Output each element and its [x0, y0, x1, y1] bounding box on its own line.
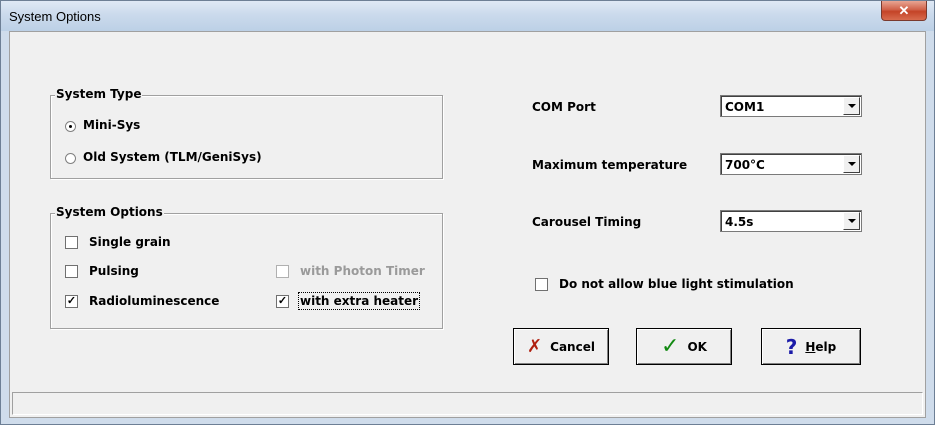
max-temperature-label: Maximum temperature — [532, 158, 688, 172]
com-port-select[interactable]: COM1 — [720, 95, 862, 117]
help-button[interactable]: ? Help — [761, 328, 861, 365]
extra-heater-checkbox[interactable] — [276, 295, 289, 308]
blue-light-label[interactable]: Do not allow blue light stimulation — [559, 277, 794, 291]
ok-button[interactable]: ✓ OK — [636, 328, 732, 365]
radio-old-system-label[interactable]: Old System (TLM/GeniSys) — [83, 150, 262, 164]
dialog-client-area: System Type Mini-Sys Old System (TLM/Gen… — [9, 31, 926, 418]
system-type-group-title: System Type — [55, 87, 143, 101]
status-bar — [12, 392, 923, 415]
cancel-button[interactable]: ✗ Cancel — [513, 328, 609, 365]
chevron-down-icon[interactable] — [843, 212, 860, 230]
ok-check-icon: ✓ — [661, 334, 680, 359]
close-button[interactable]: ✕ — [881, 1, 927, 21]
help-label-rest: elp — [815, 339, 837, 354]
radio-mini-sys-label[interactable]: Mini-Sys — [83, 118, 140, 132]
close-icon: ✕ — [898, 2, 910, 18]
carousel-timing-label: Carousel Timing — [532, 215, 642, 229]
carousel-timing-select[interactable]: 4.5s — [720, 210, 862, 232]
com-port-value: COM1 — [725, 100, 765, 114]
system-options-group-title: System Options — [55, 205, 164, 219]
extra-heater-label[interactable]: with extra heater — [297, 292, 421, 310]
max-temperature-value: 700°C — [725, 158, 765, 172]
photon-timer-checkbox[interactable] — [276, 265, 289, 278]
chevron-down-icon[interactable] — [843, 97, 860, 115]
radioluminescence-label[interactable]: Radioluminescence — [89, 294, 219, 308]
single-grain-label[interactable]: Single grain — [89, 235, 171, 249]
radio-mini-sys[interactable] — [65, 121, 76, 132]
max-temperature-select[interactable]: 700°C — [720, 153, 862, 175]
help-question-icon: ? — [785, 334, 798, 359]
help-button-label: Help — [805, 340, 836, 354]
ok-button-label: OK — [687, 339, 707, 354]
carousel-timing-value: 4.5s — [725, 215, 754, 229]
chevron-down-icon[interactable] — [843, 155, 860, 173]
radio-old-system[interactable] — [65, 153, 76, 164]
radioluminescence-checkbox[interactable] — [65, 295, 78, 308]
photon-timer-label[interactable]: with Photon Timer — [300, 264, 425, 278]
cancel-x-icon: ✗ — [527, 336, 543, 357]
com-port-label: COM Port — [532, 100, 596, 114]
window-title: System Options — [9, 9, 101, 24]
title-bar[interactable]: System Options ✕ — [1, 1, 934, 31]
single-grain-checkbox[interactable] — [65, 236, 78, 249]
system-options-window: System Options ✕ System Type Mini-Sys Ol… — [0, 0, 935, 425]
pulsing-label[interactable]: Pulsing — [89, 264, 139, 278]
system-type-group: System Type — [50, 87, 443, 179]
pulsing-checkbox[interactable] — [65, 265, 78, 278]
help-mnemonic: H — [805, 339, 816, 354]
blue-light-checkbox[interactable] — [535, 278, 548, 291]
cancel-button-label: Cancel — [550, 339, 595, 354]
